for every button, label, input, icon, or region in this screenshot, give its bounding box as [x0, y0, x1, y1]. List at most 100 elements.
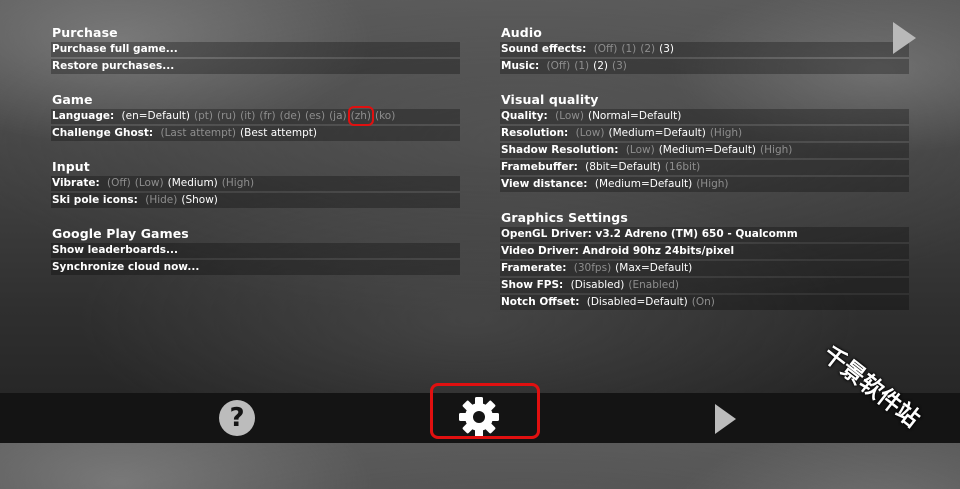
watermark-text: 千景软件站: [817, 341, 925, 433]
purchase-full-game-row[interactable]: Purchase full game...: [51, 42, 460, 57]
option-show[interactable]: (Show): [181, 194, 218, 206]
view-distance-label: View distance:: [501, 178, 588, 190]
sound-effects-row: Sound effects: (Off) (1) (2) (3): [500, 42, 909, 57]
framebuffer-row: Framebuffer: (8bit=Default) (16bit): [500, 160, 909, 175]
input-section: Input Vibrate: (Off) (Low) (Medium) (High) …: [51, 158, 461, 208]
show-leaderboards-label[interactable]: Show leaderboards...: [52, 244, 178, 256]
option-low[interactable]: (Low): [576, 127, 605, 139]
option-last-attempt[interactable]: (Last attempt): [160, 127, 236, 139]
option-off[interactable]: (Off): [547, 60, 571, 72]
resolution-label: Resolution:: [501, 127, 569, 139]
framerate-row: Framerate: (30fps) (Max=Default): [500, 261, 909, 276]
audio-section: Audio Sound effects: (Off) (1) (2) (3) Musi…: [500, 24, 910, 74]
option-fr[interactable]: (fr): [259, 110, 275, 122]
music-label: Music:: [501, 60, 540, 72]
option-ko[interactable]: (ko): [375, 110, 395, 122]
framerate-label: Framerate:: [501, 262, 567, 274]
right-settings-column: Audio Sound effects: (Off) (1) (2) (3) Musi…: [500, 24, 910, 327]
play-icon[interactable]: [893, 22, 916, 54]
input-title: Input: [52, 159, 90, 174]
purchase-title: Purchase: [52, 25, 118, 40]
show-leaderboards-row[interactable]: Show leaderboards...: [51, 243, 460, 258]
option-16bit[interactable]: (16bit): [665, 161, 700, 173]
synchronize-cloud-label[interactable]: Synchronize cloud now...: [52, 261, 199, 273]
opengl-driver-row: OpenGL Driver: v3.2 Adreno (TM) 650 - Qu…: [500, 227, 909, 242]
option-hide[interactable]: (Hide): [145, 194, 177, 206]
ski-pole-icons-label: Ski pole icons:: [52, 194, 138, 206]
challenge-ghost-row: Challenge Ghost: (Last attempt) (Best att…: [51, 126, 460, 141]
option-medium-default[interactable]: (Medium=Default): [659, 144, 756, 156]
ski-pole-icons-row: Ski pole icons: (Hide) (Show): [51, 193, 460, 208]
option-high[interactable]: (High): [760, 144, 792, 156]
option-de[interactable]: (de): [280, 110, 301, 122]
option-pt[interactable]: (pt): [194, 110, 213, 122]
option-30fps[interactable]: (30fps): [574, 262, 611, 274]
show-fps-label: Show FPS:: [501, 279, 564, 291]
resolution-row: Resolution: (Low) (Medium=Default) (High): [500, 126, 909, 141]
option-normal-default[interactable]: (Normal=Default): [588, 110, 681, 122]
view-distance-row: View distance: (Medium=Default) (High): [500, 177, 909, 192]
audio-title: Audio: [501, 25, 542, 40]
option-8bit-default[interactable]: (8bit=Default): [585, 161, 661, 173]
left-settings-column: Purchase Purchase full game... Restore p…: [51, 24, 461, 292]
framebuffer-label: Framebuffer:: [501, 161, 578, 173]
option-max-default[interactable]: (Max=Default): [615, 262, 692, 274]
restore-purchases-row[interactable]: Restore purchases...: [51, 59, 460, 74]
option-high[interactable]: (High): [696, 178, 728, 190]
option-2[interactable]: (2): [640, 43, 655, 55]
option-ja[interactable]: (ja): [329, 110, 347, 122]
synchronize-cloud-row[interactable]: Synchronize cloud now...: [51, 260, 460, 275]
option-3[interactable]: (3): [659, 43, 674, 55]
option-off[interactable]: (Off): [594, 43, 618, 55]
google-play-title: Google Play Games: [52, 226, 189, 241]
option-3[interactable]: (3): [612, 60, 627, 72]
quality-row: Quality: (Low) (Normal=Default): [500, 109, 909, 124]
game-section: Game Language: (en=Default) (pt) (ru) (it) (…: [51, 91, 461, 141]
option-1[interactable]: (1): [574, 60, 589, 72]
notch-offset-row: Notch Offset: (Disabled=Default) (On): [500, 295, 909, 310]
settings-highlight: [430, 383, 540, 439]
option-best-attempt[interactable]: (Best attempt): [240, 127, 317, 139]
option-disabled[interactable]: (Disabled): [571, 279, 625, 291]
shadow-resolution-row: Shadow Resolution: (Low) (Medium=Default)…: [500, 143, 909, 158]
option-es[interactable]: (es): [305, 110, 325, 122]
option-medium[interactable]: (Medium): [168, 177, 218, 189]
option-high[interactable]: (High): [222, 177, 254, 189]
play-icon[interactable]: [715, 404, 736, 434]
purchase-full-game-label[interactable]: Purchase full game...: [52, 43, 178, 55]
language-label: Language:: [52, 110, 115, 122]
option-1[interactable]: (1): [621, 43, 636, 55]
option-ru[interactable]: (ru): [217, 110, 236, 122]
option-medium-default[interactable]: (Medium=Default): [608, 127, 705, 139]
video-driver-row: Video Driver: Android 90hz 24bits/pixel: [500, 244, 909, 259]
graphics-settings-title: Graphics Settings: [501, 210, 628, 225]
visual-quality-title: Visual quality: [501, 92, 599, 107]
option-2[interactable]: (2): [593, 60, 608, 72]
purchase-section: Purchase Purchase full game... Restore p…: [51, 24, 461, 74]
vibrate-label: Vibrate:: [52, 177, 100, 189]
option-medium-default[interactable]: (Medium=Default): [595, 178, 692, 190]
option-high[interactable]: (High): [710, 127, 742, 139]
option-en-default[interactable]: (en=Default): [122, 110, 190, 122]
option-low[interactable]: (Low): [626, 144, 655, 156]
sound-effects-label: Sound effects:: [501, 43, 587, 55]
option-disabled-default[interactable]: (Disabled=Default): [587, 296, 688, 308]
quality-label: Quality:: [501, 110, 548, 122]
option-low[interactable]: (Low): [555, 110, 584, 122]
vibrate-row: Vibrate: (Off) (Low) (Medium) (High): [51, 176, 460, 191]
option-on[interactable]: (On): [692, 296, 715, 308]
visual-quality-section: Visual quality Quality: (Low) (Normal=Def…: [500, 91, 910, 192]
game-title: Game: [52, 92, 93, 107]
option-low[interactable]: (Low): [135, 177, 164, 189]
option-off[interactable]: (Off): [107, 177, 131, 189]
option-it[interactable]: (it): [240, 110, 255, 122]
show-fps-row: Show FPS: (Disabled) (Enabled): [500, 278, 909, 293]
google-play-section: Google Play Games Show leaderboards... S…: [51, 225, 461, 275]
opengl-driver-text: OpenGL Driver: v3.2 Adreno (TM) 650 - Qu…: [501, 228, 798, 240]
video-driver-text: Video Driver: Android 90hz 24bits/pixel: [501, 245, 735, 257]
restore-purchases-label[interactable]: Restore purchases...: [52, 60, 174, 72]
option-enabled[interactable]: (Enabled): [628, 279, 679, 291]
challenge-ghost-label: Challenge Ghost:: [52, 127, 154, 139]
music-row: Music: (Off) (1) (2) (3): [500, 59, 909, 74]
help-icon[interactable]: ?: [219, 400, 255, 436]
